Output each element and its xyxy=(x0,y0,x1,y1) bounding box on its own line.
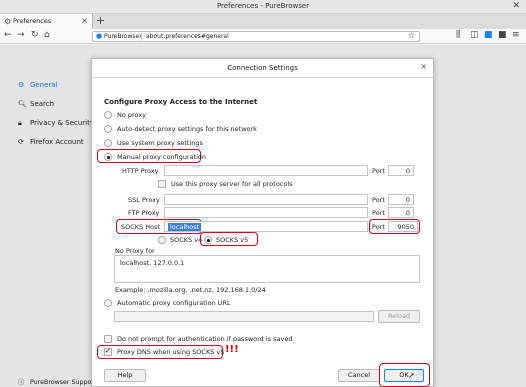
browser-logo-icon: ● xyxy=(96,32,103,40)
gear-icon: ⚙ xyxy=(4,17,12,26)
no-prompt-auth-checkbox[interactable] xyxy=(104,335,112,343)
tab-close-icon[interactable]: × xyxy=(81,16,88,25)
radio-socks-v5[interactable] xyxy=(204,236,212,244)
url-bar[interactable]: ● PureBrowser about:preferences#general … xyxy=(92,31,420,42)
window-close-icon[interactable]: ✕ xyxy=(512,1,520,11)
tab-bar: ⚙ Preferences × + xyxy=(0,14,526,29)
window-titlebar: Preferences - PureBrowser ✕ xyxy=(0,0,526,14)
auto-detect-label: Auto-detect proxy settings for this netw… xyxy=(117,125,257,133)
ftp-port-label: Port xyxy=(372,209,385,217)
dialog-divider xyxy=(92,77,433,78)
url-brand: PureBrowser xyxy=(104,33,142,40)
window-title: Preferences - PureBrowser xyxy=(216,2,310,10)
no-proxy-for-textarea[interactable]: localhost, 127.0.0.1 xyxy=(114,255,420,283)
addon-icon[interactable]: ■ xyxy=(484,30,493,40)
http-proxy-input[interactable] xyxy=(164,165,368,176)
warning-marks: !!! xyxy=(225,344,239,355)
socks-v4-label: SOCKS v4 xyxy=(170,236,203,244)
menu-icon[interactable]: ≡ xyxy=(512,30,520,40)
socks-v5-label: SOCKS v5 xyxy=(216,236,249,244)
http-proxy-label: HTTP Proxy xyxy=(122,167,159,175)
sidebar-icon[interactable]: ◫ xyxy=(470,30,479,40)
help-button[interactable]: Help xyxy=(104,369,146,382)
radio-system-proxy[interactable] xyxy=(104,139,112,147)
manual-proxy-label: Manual proxy configuration xyxy=(117,153,206,161)
use-all-protocols-checkbox[interactable] xyxy=(158,180,166,188)
proxy-dns-checkbox[interactable] xyxy=(104,347,112,356)
proxy-dns-label: Proxy DNS when using SOCKS v5 xyxy=(117,348,225,356)
url-text[interactable]: about:preferences#general xyxy=(146,33,229,40)
new-tab-plus-icon[interactable]: + xyxy=(96,14,105,27)
url-separator xyxy=(141,33,142,41)
forward-arrow-icon[interactable]: → xyxy=(17,30,25,40)
radio-auto-proxy-url[interactable] xyxy=(104,299,112,307)
connection-settings-dialog: Connection Settings × Configure Proxy Ac… xyxy=(91,58,434,387)
back-arrow-icon[interactable]: ← xyxy=(4,30,12,40)
radio-socks-v4[interactable] xyxy=(158,236,166,244)
ssl-port-label: Port xyxy=(372,196,385,204)
library-icon[interactable]: ⫼ xyxy=(456,30,460,40)
socks-host-value: localhost xyxy=(168,223,202,231)
tab-preferences[interactable]: ⚙ Preferences × xyxy=(0,14,93,29)
http-port-input[interactable]: 0 xyxy=(388,165,414,176)
socks-port-label: Port xyxy=(372,223,385,231)
dialog-close-icon[interactable]: × xyxy=(420,62,427,71)
socks-host-label: SOCKS Host xyxy=(121,223,161,231)
mouse-cursor-icon: ➚ xyxy=(408,371,415,380)
radio-auto-detect[interactable] xyxy=(104,125,112,133)
auto-proxy-url-input[interactable] xyxy=(114,311,374,322)
dialog-title: Connection Settings xyxy=(227,64,298,72)
ftp-proxy-input[interactable] xyxy=(164,207,368,218)
socks-host-input[interactable]: localhost xyxy=(164,221,368,232)
system-proxy-label: Use system proxy settings xyxy=(117,139,203,147)
addon-icon[interactable]: ■ xyxy=(498,30,507,40)
nav-bar: ← → ↻ ⌂ ● PureBrowser about:preferences#… xyxy=(0,29,526,44)
reload-icon[interactable]: ↻ xyxy=(31,30,39,40)
radio-no-proxy[interactable] xyxy=(104,111,112,119)
ftp-proxy-label: FTP Proxy xyxy=(128,209,160,217)
no-proxy-label: No proxy xyxy=(117,111,147,119)
cancel-button[interactable]: Cancel xyxy=(338,369,380,382)
use-all-protocols-label: Use this proxy server for all protocols xyxy=(171,180,293,188)
bookmark-star-icon[interactable]: ☆ xyxy=(408,31,415,40)
ftp-port-input[interactable]: 0 xyxy=(388,207,414,218)
home-icon[interactable]: ⌂ xyxy=(44,30,50,40)
example-hint: Example: .mozilla.org, .net.nz, 192.168.… xyxy=(115,286,266,294)
ok-button[interactable]: OK xyxy=(384,369,424,382)
reload-button[interactable]: Reload xyxy=(378,310,420,323)
no-proxy-for-label: No Proxy for xyxy=(115,247,155,255)
ssl-proxy-input[interactable] xyxy=(164,194,368,205)
tab-label: Preferences xyxy=(13,17,52,25)
ssl-port-input[interactable]: 0 xyxy=(388,194,414,205)
section-heading: Configure Proxy Access to the Internet xyxy=(104,98,258,106)
radio-manual-proxy[interactable] xyxy=(104,153,112,161)
socks-port-input[interactable]: 9050 xyxy=(388,221,418,232)
no-prompt-auth-label: Do not prompt for authentication if pass… xyxy=(117,335,293,343)
auto-proxy-url-label: Automatic proxy configuration URL xyxy=(117,299,231,307)
http-port-label: Port xyxy=(372,167,385,175)
ssl-proxy-label: SSL Proxy xyxy=(128,196,160,204)
